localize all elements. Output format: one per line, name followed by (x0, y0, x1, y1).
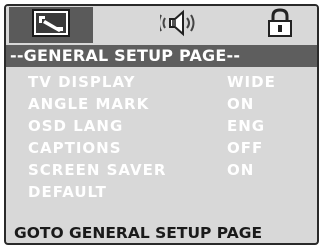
menu-item-value: ON (227, 95, 255, 113)
menu-item-value: OFF (227, 139, 264, 157)
tab-general-setup[interactable] (9, 7, 93, 43)
menu-item-tv-display[interactable]: TV DISPLAY WIDE (6, 71, 317, 93)
menu-item-value: ON (227, 161, 255, 179)
audio-setup-icon (158, 8, 198, 42)
menu-item-angle-mark[interactable]: ANGLE MARK ON (6, 93, 317, 115)
preference-lock-icon (266, 8, 294, 42)
setup-menu-screen: --GENERAL SETUP PAGE-- TV DISPLAY WIDE A… (4, 4, 319, 245)
menu-item-screen-saver[interactable]: SCREEN SAVER ON (6, 159, 317, 181)
menu-item-label: TV DISPLAY (28, 73, 136, 91)
setup-tab-bar (6, 6, 317, 44)
menu-item-label: CAPTIONS (28, 139, 122, 157)
status-bar: GOTO GENERAL SETUP PAGE (14, 224, 263, 242)
settings-menu: TV DISPLAY WIDE ANGLE MARK ON OSD LANG E… (6, 67, 317, 219)
menu-item-captions[interactable]: CAPTIONS OFF (6, 137, 317, 159)
menu-item-label: OSD LANG (28, 117, 124, 135)
menu-item-value: ENG (227, 117, 266, 135)
menu-item-label: SCREEN SAVER (28, 161, 167, 179)
menu-item-osd-lang[interactable]: OSD LANG ENG (6, 115, 317, 137)
tab-preference-setup[interactable] (250, 7, 310, 43)
menu-item-default[interactable]: DEFAULT (6, 181, 317, 203)
menu-item-label: DEFAULT (28, 183, 107, 201)
menu-item-label: ANGLE MARK (28, 95, 150, 113)
general-setup-icon (31, 8, 71, 42)
page-title: --GENERAL SETUP PAGE-- (6, 45, 317, 67)
tab-audio-setup[interactable] (144, 7, 214, 43)
menu-item-value: WIDE (227, 73, 276, 91)
